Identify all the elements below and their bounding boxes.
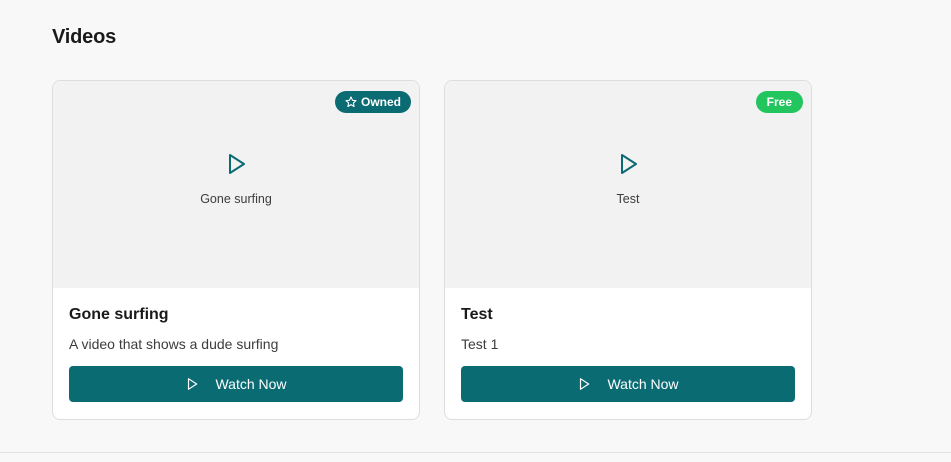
- badge-label: Free: [766, 95, 792, 109]
- play-icon: [229, 153, 245, 174]
- divider: [0, 452, 951, 453]
- video-thumbnail[interactable]: Test Free: [445, 81, 811, 288]
- video-card: Gone surfing Owned Gone surfing A video …: [52, 80, 420, 420]
- button-label: Watch Now: [607, 376, 679, 392]
- video-description: A video that shows a dude surfing: [69, 336, 279, 352]
- video-description: Test 1: [461, 336, 499, 352]
- video-thumbnail[interactable]: Gone surfing Owned: [53, 81, 419, 288]
- star-icon: [345, 96, 357, 108]
- play-icon: [621, 153, 637, 174]
- watch-now-button[interactable]: Watch Now: [461, 366, 795, 402]
- free-badge: Free: [755, 91, 803, 113]
- video-title: Gone surfing: [69, 306, 169, 323]
- section-title: Videos: [52, 26, 117, 48]
- badge-label: Owned: [360, 95, 401, 109]
- video-title: Test: [461, 306, 493, 323]
- owned-badge: Owned: [334, 91, 411, 113]
- button-label: Watch Now: [215, 376, 287, 392]
- video-card: Test Free Test Test 1 Watch Now: [444, 80, 812, 420]
- videos-page: Videos Gone surfing Owned Gone surfing A…: [0, 0, 951, 462]
- play-icon: [188, 378, 198, 390]
- play-icon: [580, 378, 590, 390]
- video-grid: Gone surfing Owned Gone surfing A video …: [52, 80, 812, 420]
- watch-now-button[interactable]: Watch Now: [69, 366, 403, 402]
- thumbnail-title: Gone surfing: [200, 191, 272, 206]
- thumbnail-title: Test: [616, 191, 640, 206]
